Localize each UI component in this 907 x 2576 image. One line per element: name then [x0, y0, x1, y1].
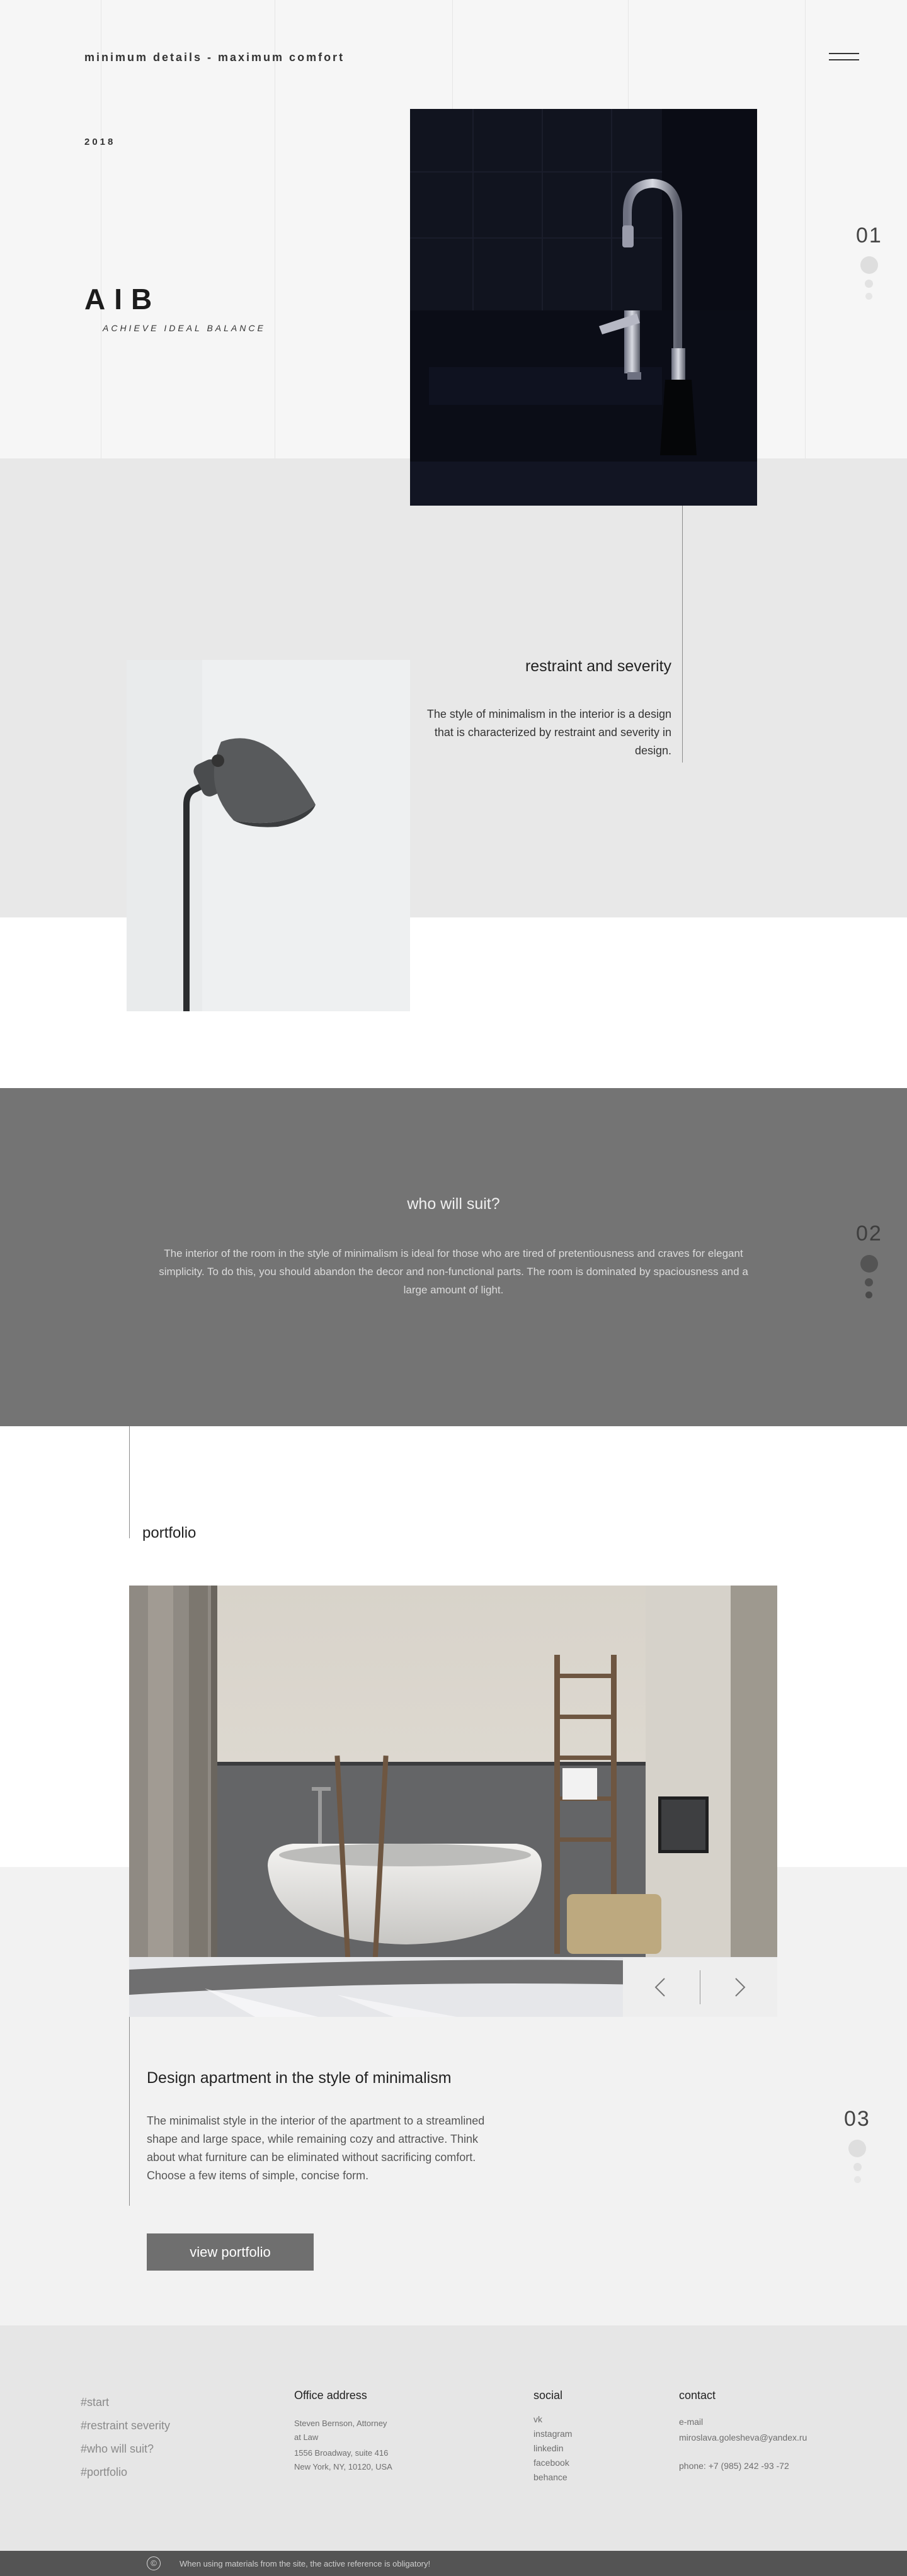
- menu-bar: [829, 53, 859, 54]
- tagline: minimum details - maximum comfort: [84, 51, 345, 64]
- grid-line: [805, 0, 806, 458]
- pager-dot[interactable]: [865, 280, 873, 288]
- divider-line: [129, 1426, 130, 1538]
- logo: AIB: [84, 283, 161, 315]
- office-line: at Law: [294, 2432, 319, 2442]
- pager-dot[interactable]: [865, 293, 872, 300]
- footer-nav-restraint[interactable]: #restraint severity: [81, 2419, 170, 2432]
- social-heading: social: [533, 2389, 563, 2402]
- chevron-left-icon: [654, 1978, 665, 1997]
- section-title: restraint and severity: [525, 657, 671, 675]
- pager-dot-active[interactable]: [860, 1255, 878, 1273]
- copyright-bar: [0, 2551, 907, 2576]
- chevron-right-icon: [735, 1978, 746, 1997]
- pager-dot[interactable]: [865, 1278, 873, 1286]
- section-text: The style of minimalism in the interior …: [426, 708, 671, 757]
- email-label: e-mail: [679, 2417, 704, 2427]
- section-title: who will suit?: [407, 1195, 500, 1213]
- phone-text: phone: +7 (985) 242 -93 -72: [679, 2461, 789, 2471]
- section-text: The interior of the room in the style of…: [159, 1247, 748, 1296]
- pager-dot[interactable]: [853, 2163, 862, 2171]
- office-line: 1556 Broadway, suite 416: [294, 2448, 389, 2458]
- divider-line: [129, 2017, 130, 2206]
- section-number: 03: [844, 2107, 870, 2131]
- portfolio-title: Design apartment in the style of minimal…: [147, 2069, 452, 2087]
- office-line: New York, NY, 10120, USA: [294, 2462, 392, 2471]
- footer-nav-who[interactable]: #who will suit?: [81, 2443, 154, 2456]
- portfolio-text: The minimalist style in the interior of …: [147, 2114, 485, 2182]
- social-link-linkedin[interactable]: linkedin: [533, 2443, 563, 2453]
- social-link-instagram[interactable]: instagram: [533, 2429, 572, 2439]
- section-number: 02: [856, 1222, 882, 1245]
- footer-nav-portfolio[interactable]: #portfolio: [81, 2466, 127, 2479]
- social-link-behance[interactable]: behance: [533, 2472, 568, 2482]
- year-label: 2018: [84, 137, 116, 147]
- lamp-image: [127, 660, 410, 1011]
- menu-bar: [829, 59, 859, 60]
- slogan: ACHIEVE IDEAL BALANCE: [103, 323, 266, 333]
- office-line: Steven Bernson, Attorney: [294, 2419, 387, 2428]
- email-link[interactable]: miroslava.golesheva@yandex.ru: [679, 2432, 807, 2443]
- copyright-icon: ©: [147, 2556, 161, 2570]
- slider-navigation: [623, 1958, 777, 2017]
- faucet-image: [410, 109, 757, 506]
- contact-heading: contact: [679, 2389, 716, 2402]
- pager-dot-active[interactable]: [860, 256, 878, 274]
- section-number: 01: [856, 224, 882, 247]
- pager-dot[interactable]: [865, 1291, 872, 1298]
- slider-next-button[interactable]: [700, 1958, 777, 2017]
- office-heading: Office address: [294, 2389, 367, 2402]
- pager-dot[interactable]: [854, 2176, 861, 2183]
- hamburger-menu-button[interactable]: [829, 50, 859, 64]
- social-link-facebook[interactable]: facebook: [533, 2458, 569, 2468]
- slider-prev-button[interactable]: [623, 1958, 700, 2017]
- footer-nav-start[interactable]: #start: [81, 2396, 109, 2409]
- divider-line: [682, 506, 683, 763]
- pager-dot-active[interactable]: [848, 2140, 866, 2157]
- view-portfolio-button[interactable]: view portfolio: [147, 2233, 314, 2271]
- social-link-vk[interactable]: vk: [533, 2414, 542, 2424]
- copyright-text: When using materials from the site, the …: [180, 2559, 431, 2568]
- portfolio-heading: portfolio: [142, 1524, 197, 1541]
- bathroom-image: [129, 1586, 777, 2017]
